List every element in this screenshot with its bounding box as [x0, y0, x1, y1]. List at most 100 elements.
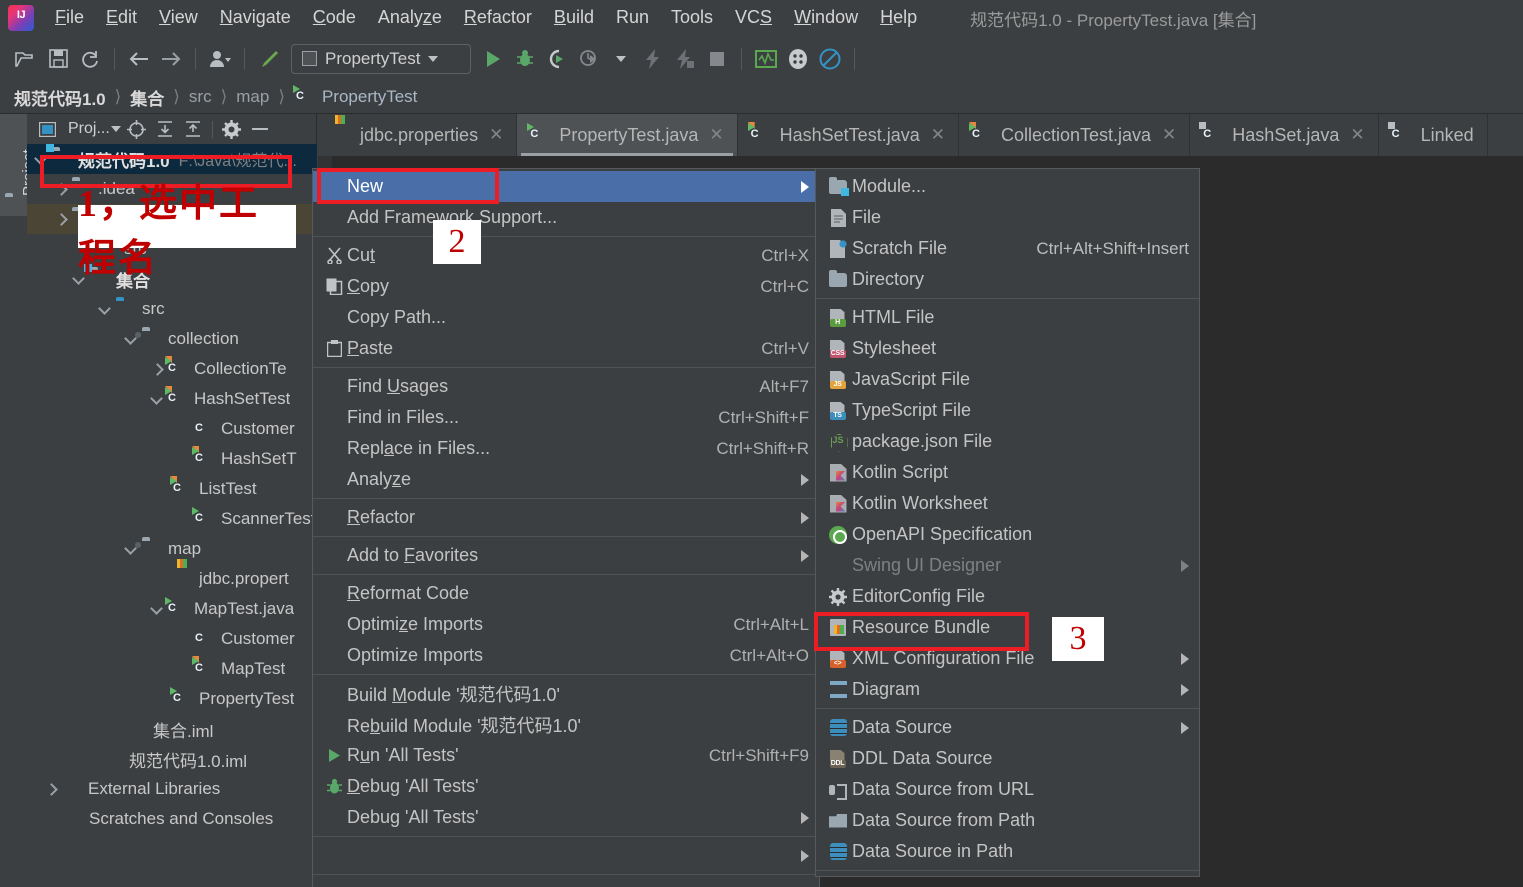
run-configuration-selector[interactable]: PropertyTest — [291, 43, 471, 74]
submenu-item-stylesheet[interactable]: CSS Stylesheet — [816, 333, 1199, 364]
context-menu-item-run-all-tests[interactable]: Run 'All Tests' Ctrl+Shift+F9 — [313, 740, 819, 771]
chevron-right-icon[interactable] — [55, 212, 69, 226]
close-icon[interactable]: ✕ — [1350, 125, 1364, 145]
submenu-item-module[interactable]: Module... — [816, 171, 1199, 202]
editor-tab-hashset-java[interactable]: HashSet.java ✕ — [1190, 114, 1379, 156]
breadcrumb-item-module[interactable]: 集合 — [130, 85, 164, 110]
stop-icon[interactable] — [701, 44, 733, 74]
submenu-item-data-source-in-path[interactable]: Data Source in Path — [816, 836, 1199, 867]
submenu-item-directory[interactable]: Directory — [816, 264, 1199, 295]
tree-item-jihe-iml[interactable]: 集合.iml — [27, 714, 317, 744]
tree-item-jdbc-properties[interactable]: jdbc.propert — [27, 564, 317, 594]
update-project-icon[interactable] — [204, 44, 236, 74]
close-icon[interactable]: ✕ — [931, 125, 945, 145]
context-menu-item-more-run-debug[interactable]: Debug 'All Tests' — [313, 802, 819, 833]
collapse-all-icon[interactable] — [181, 118, 205, 140]
submenu-item-ddl-data-source[interactable]: DDL DDL Data Source — [816, 743, 1199, 774]
submenu-item-package-json-file[interactable]: package.json File — [816, 426, 1199, 457]
menu-build[interactable]: Build — [543, 5, 605, 31]
submenu-item-xml-configuration-file[interactable]: <> XML Configuration File — [816, 643, 1199, 674]
context-menu-item-reformat-code[interactable]: Reformat Code — [313, 578, 819, 609]
breadcrumb-item-src[interactable]: src — [189, 87, 212, 107]
chevron-down-icon[interactable] — [35, 152, 49, 166]
select-opened-file-icon[interactable] — [125, 118, 149, 140]
tree-item-project-iml[interactable]: 规范代码1.0.iml — [27, 744, 317, 774]
menu-window[interactable]: Window — [783, 5, 869, 31]
submenu-item-typescript-file[interactable]: TS TypeScript File — [816, 395, 1199, 426]
submenu-item-scratch-file[interactable]: Scratch File Ctrl+Alt+Shift+Insert — [816, 233, 1199, 264]
editor-tab-linked[interactable]: Linked — [1378, 114, 1488, 156]
context-menu-item-refactor[interactable]: Refactor — [313, 502, 819, 533]
chevron-down-icon[interactable] — [151, 392, 165, 406]
context-menu-item-copy-path[interactable]: Copy Path... — [313, 302, 819, 333]
submenu-item-data-source-from-url[interactable]: Data Source from URL — [816, 774, 1199, 805]
tree-item-customer-2[interactable]: Customer — [27, 624, 317, 654]
chevron-right-icon[interactable] — [151, 362, 165, 376]
tree-item-propertytest[interactable]: PropertyTest — [27, 684, 317, 714]
tree-item-scannertest[interactable]: ScannerTest — [27, 504, 317, 534]
tree-item-package-collection[interactable]: collection — [27, 324, 317, 354]
menu-code[interactable]: Code — [302, 5, 367, 31]
context-menu-item-cut[interactable]: Cut Ctrl+X — [313, 240, 819, 271]
tree-item-scratches-consoles[interactable]: Scratches and Consoles — [27, 804, 317, 834]
no-entry-icon[interactable] — [814, 44, 846, 74]
submenu-item-kotlin-script[interactable]: Kotlin Script — [816, 457, 1199, 488]
breadcrumb-item-class[interactable]: PropertyTest — [322, 87, 417, 107]
menu-file[interactable]: File — [44, 5, 95, 31]
context-menu-item-find-usages[interactable]: Find Usages Alt+F7 — [313, 371, 819, 402]
tree-item-listtest[interactable]: ListTest — [27, 474, 317, 504]
context-menu-item-analyze[interactable]: Analyze — [313, 464, 819, 495]
submenu-item-data-source-from-path[interactable]: Data Source from Path — [816, 805, 1199, 836]
navigate-forward-icon[interactable] — [155, 44, 187, 74]
context-menu-item-copy[interactable]: Copy Ctrl+C — [313, 271, 819, 302]
attach-debugger-icon[interactable] — [669, 44, 701, 74]
tree-item-maptest[interactable]: MapTest — [27, 654, 317, 684]
tree-item-collectiontest[interactable]: CollectionTe — [27, 354, 317, 384]
submenu-item-openapi-specification[interactable]: OpenAPI Specification — [816, 519, 1199, 550]
tree-item-package-map[interactable]: map — [27, 534, 317, 564]
tree-item-src[interactable]: src — [27, 294, 317, 324]
submenu-item-kotlin-worksheet[interactable]: Kotlin Worksheet — [816, 488, 1199, 519]
editor-tab-propertytest-java[interactable]: PropertyTest.java ✕ — [517, 114, 738, 156]
profile-icon[interactable] — [573, 44, 605, 74]
context-menu-item-local-history[interactable] — [313, 878, 819, 887]
menu-view[interactable]: View — [148, 5, 209, 31]
event-log-icon[interactable] — [750, 44, 782, 74]
submenu-item-data-source[interactable]: Data Source — [816, 712, 1199, 743]
menu-analyze[interactable]: Analyze — [367, 5, 453, 31]
menu-edit[interactable]: Edit — [95, 5, 148, 31]
settings-gear-icon[interactable] — [220, 118, 244, 140]
context-menu-item-replace-in-files[interactable]: Replace in Files... Ctrl+Shift+R — [313, 433, 819, 464]
close-icon[interactable]: ✕ — [489, 125, 503, 145]
context-menu-item-add-to-favorites[interactable]: Add to Favorites — [313, 540, 819, 571]
context-menu-item-find-in-files[interactable]: Find in Files... Ctrl+Shift+F — [313, 402, 819, 433]
save-all-icon[interactable] — [42, 44, 74, 74]
context-menu-item-paste[interactable]: Paste Ctrl+V — [313, 333, 819, 364]
menu-navigate[interactable]: Navigate — [209, 5, 302, 31]
menu-run[interactable]: Run — [605, 5, 660, 31]
editor-tab-collectiontest-java[interactable]: CollectionTest.java ✕ — [958, 114, 1191, 156]
chevron-down-icon[interactable] — [99, 302, 113, 316]
settings-grid-icon[interactable] — [782, 44, 814, 74]
open-project-icon[interactable] — [10, 44, 42, 74]
close-icon[interactable]: ✕ — [709, 125, 723, 145]
profile-dropdown-caret-icon[interactable] — [605, 44, 637, 74]
chevron-down-icon[interactable] — [110, 126, 121, 132]
menu-vcs[interactable]: VCS — [724, 5, 783, 31]
close-icon[interactable]: ✕ — [1162, 125, 1176, 145]
context-menu-item-remove-module[interactable]: Optimize Imports Ctrl+Alt+O — [313, 640, 819, 671]
tree-item-hashsett[interactable]: HashSetT — [27, 444, 317, 474]
editor-tab-hashsettest-java[interactable]: HashSetTest.java ✕ — [737, 114, 959, 156]
sync-refresh-icon[interactable] — [74, 44, 106, 74]
submenu-item-javascript-file[interactable]: JS JavaScript File — [816, 364, 1199, 395]
submenu-item-html-file[interactable]: H HTML File — [816, 302, 1199, 333]
submenu-item-diagram[interactable]: Diagram — [816, 674, 1199, 705]
context-menu-item-debug-all-tests[interactable]: Debug 'All Tests' — [313, 771, 819, 802]
debug-icon[interactable] — [509, 44, 541, 74]
build-hammer-icon[interactable] — [253, 44, 285, 74]
context-menu-item-open-in[interactable] — [313, 840, 819, 871]
submenu-item-file[interactable]: File — [816, 202, 1199, 233]
run-icon[interactable] — [477, 44, 509, 74]
context-menu-item-rebuild-module[interactable]: Rebuild Module '规范代码1.0' — [313, 709, 819, 740]
menu-refactor[interactable]: Refactor — [453, 5, 543, 31]
